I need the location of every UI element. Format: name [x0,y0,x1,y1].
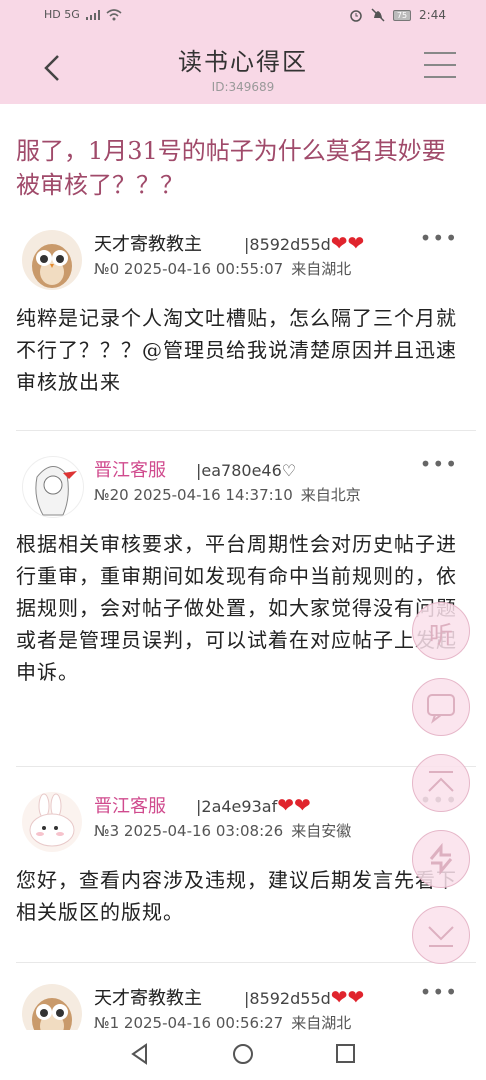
wifi-icon [106,8,122,20]
alarm-icon [350,10,362,22]
post-content: 纯粹是记录个人淘文吐槽贴，怎么隔了三个月就不行了？？？@管理员给我说清楚原因并且… [16,306,457,394]
clock: 2:44 [419,8,446,22]
board-id: ID:349689 [211,80,275,94]
post-meta: №1 2025-04-16 00:56:27 来自湖北 [94,1014,352,1030]
owl-avatar-icon [32,244,72,288]
more-options-icon[interactable]: ••• [420,226,458,250]
more-options-icon[interactable]: ••• [420,980,458,1004]
user-id: |2a4e93af❤❤ [196,793,311,817]
owl-avatar-icon [32,998,72,1030]
status-right: 75 2:44 [349,8,446,22]
nav-home-icon[interactable] [231,1042,255,1066]
post-item: 天才寄教教主 |8592d55d❤❤ №1 2025-04-16 00:56:2… [0,978,486,1030]
top-header: 读书心得区 ID:349689 [0,34,486,104]
username[interactable]: 晋江客服 [94,456,166,482]
avatar[interactable] [22,456,84,518]
divider [16,766,476,767]
network-label: HD 5G [44,8,80,21]
rabbit-avatar-icon [29,793,75,847]
username[interactable]: 天才寄教教主 [94,984,202,1010]
user-id: |8592d55d❤❤ [244,231,365,255]
heart-icon: ❤❤ [277,793,311,817]
page-title: 读书心得区 [178,48,308,76]
signal-indicators: HD 5G [44,8,122,21]
menu-icon[interactable] [424,52,456,82]
refresh-icon [429,842,453,876]
girl-avatar-icon [35,466,77,516]
mute-icon [371,8,385,22]
post-meta: №20 2025-04-16 14:37:10 来自北京 [94,486,361,504]
user-id: |ea780e46♡ [196,461,297,480]
scroll-top-icon [428,771,454,792]
thread-title: 服了，1月31号的帖子为什么莫名其妙要被审核了？？？ [16,137,446,199]
divider [16,962,476,963]
post-meta: №0 2025-04-16 00:55:07 来自湖北 [94,260,352,278]
post-content: 您好，查看内容涉及违规，建议后期发言先看下相关版区的版规。 [16,868,457,924]
nav-recents-icon[interactable] [334,1042,358,1066]
username[interactable]: 晋江客服 [94,792,166,818]
divider [16,430,476,431]
listen-label: 听 [429,621,453,649]
system-nav-bar [0,1030,486,1080]
refresh-button[interactable] [412,830,470,888]
scroll-top-button[interactable] [412,754,470,812]
avatar[interactable] [22,230,82,290]
scroll-bottom-icon [428,926,454,947]
user-id: |8592d55d❤❤ [244,985,365,1009]
post-meta: №3 2025-04-16 03:08:26 来自安徽 [94,822,352,840]
post-content: 根据相关审核要求，平台周期性会对历史帖子进行重审，重审期间如发现有命中当前规则的… [16,532,457,684]
nav-back-icon[interactable] [128,1042,152,1066]
avatar[interactable] [22,984,82,1030]
heart-icon: ❤❤ [330,231,365,255]
more-options-icon[interactable]: ••• [420,452,458,476]
avatar[interactable] [22,792,82,852]
scroll-bottom-button[interactable] [412,906,470,964]
post-item: 天才寄教教主 |8592d55d❤❤ №0 2025-04-16 00:55:0… [0,224,486,424]
username[interactable]: 天才寄教教主 [94,230,202,256]
heart-icon: ❤❤ [330,985,365,1009]
status-bar: HD 5G 75 2:44 [0,0,486,34]
listen-button[interactable]: 听 [412,602,470,660]
battery-icon: 75 [392,9,412,21]
comment-icon [427,694,455,724]
comment-button[interactable] [412,678,470,736]
signal-icon [85,9,100,20]
